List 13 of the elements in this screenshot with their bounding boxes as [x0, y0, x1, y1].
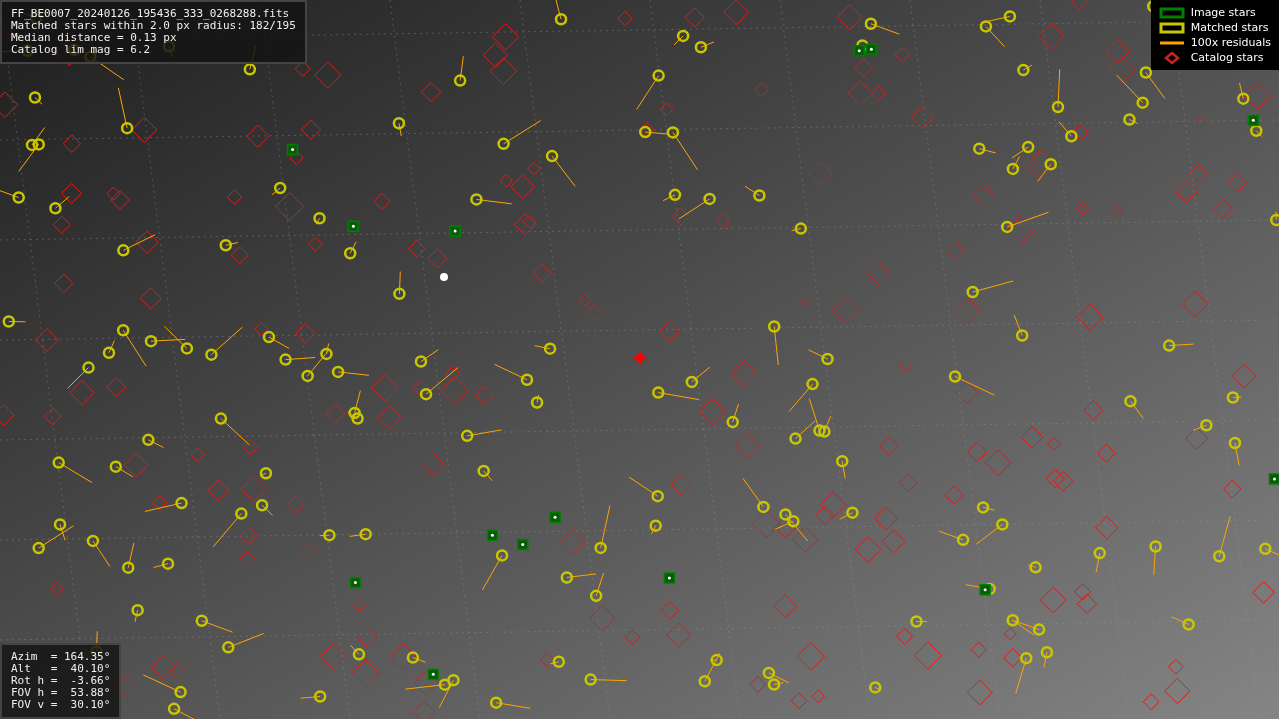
pointing-text: Azim = 164.35° [11, 651, 111, 663]
info-text: FF_BE0007_20240126_195436_333_0268288.fits [11, 8, 291, 20]
legend-label: Image stars [1190, 6, 1256, 19]
info-text: Median distance = 0.13 px [11, 32, 178, 44]
legend-label: Matched stars [1190, 21, 1269, 34]
legend-label: Catalog stars [1190, 51, 1264, 64]
info-text: Catalog lim mag = 6.2 [11, 44, 152, 56]
pointing-text: Rot h = -3.66° [11, 675, 111, 687]
pointing-text: FOV h = 53.88° [11, 687, 111, 699]
legend-label: 100x residuals [1190, 36, 1271, 49]
info-text: Matched stars within 2.0 px radius: 182/195 [11, 20, 296, 32]
pointing-text: Alt = 40.10° [11, 663, 111, 675]
pointing-text: FOV v = 30.10° [11, 699, 111, 711]
